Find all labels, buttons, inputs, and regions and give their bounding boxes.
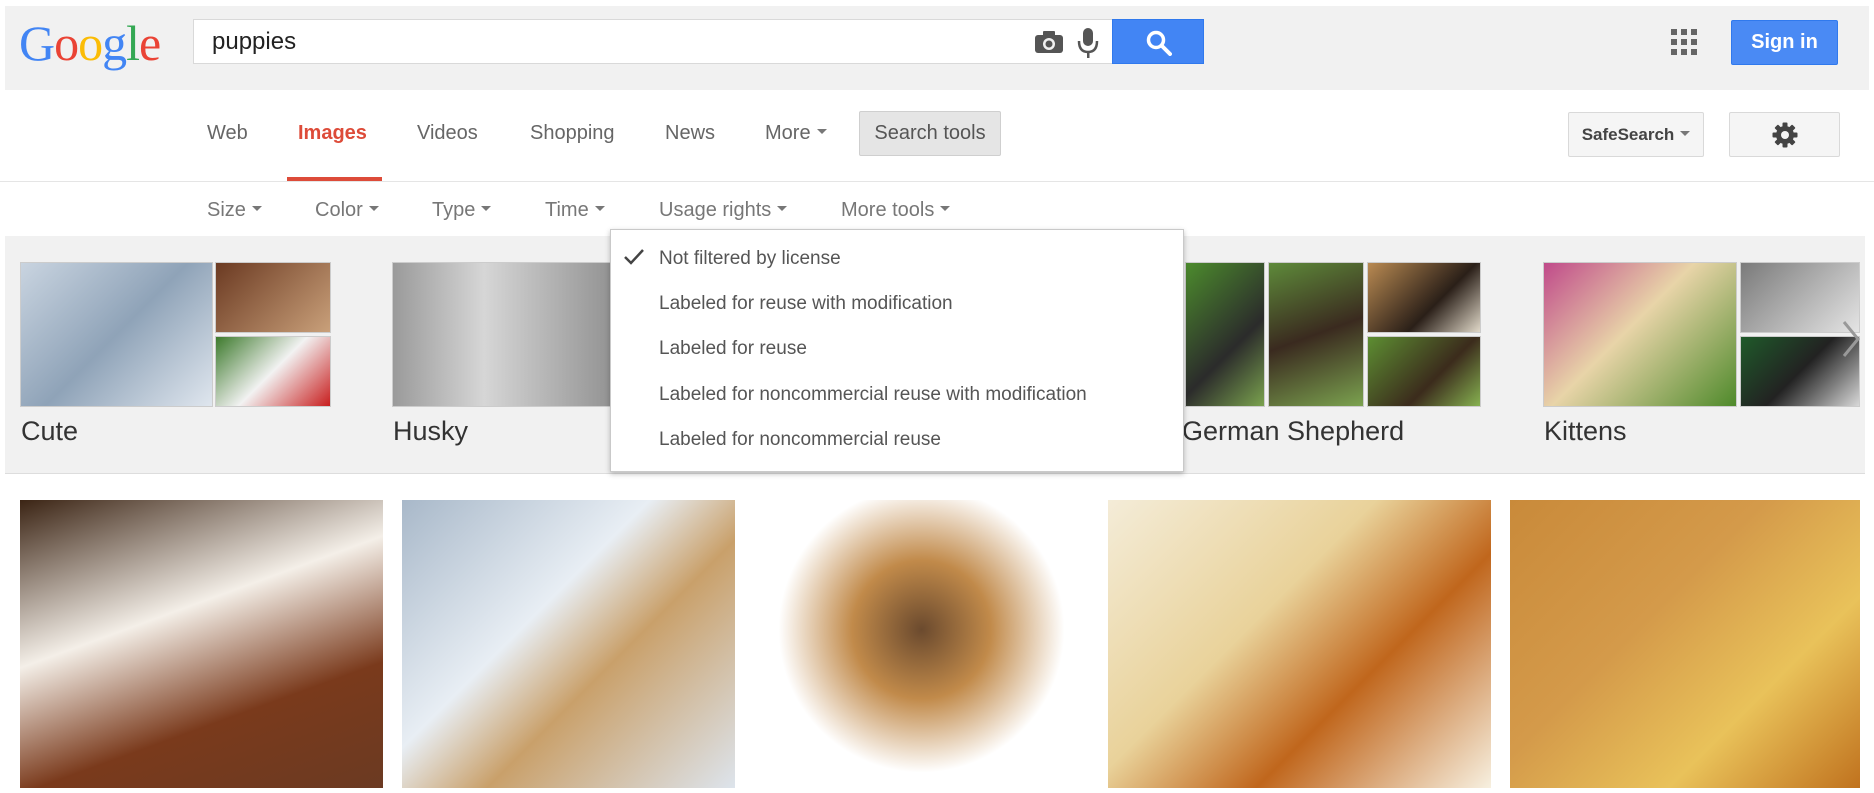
tool-usage-rights[interactable]: Usage rights [659, 199, 788, 222]
tab-shopping[interactable]: Shopping [530, 122, 615, 145]
related-label: Cute [21, 416, 79, 446]
chevron-down-icon [594, 206, 605, 212]
search-box [193, 19, 1118, 64]
chevron-right-icon[interactable] [1841, 319, 1861, 364]
tool-label: Time [545, 199, 589, 221]
related-thumbnail [1367, 336, 1481, 407]
search-button[interactable] [1112, 19, 1204, 64]
related-label: German Shepherd [1182, 416, 1405, 446]
related-thumbnail [1367, 262, 1481, 333]
chevron-down-icon [1680, 131, 1691, 137]
image-result[interactable] [754, 500, 1089, 788]
tool-more-tools[interactable]: More tools [841, 199, 951, 222]
logo-letter: e [139, 15, 161, 71]
search-tools-bar: Size Color Type Time Usage rights More t… [0, 182, 1874, 236]
tab-more[interactable]: More [765, 122, 827, 145]
tab-web[interactable]: Web [207, 122, 248, 145]
logo-letter: o [54, 15, 79, 71]
logo-letter: g [102, 15, 127, 71]
tool-size[interactable]: Size [207, 199, 262, 222]
header-bar: Google Sign in [5, 6, 1869, 90]
usage-rights-menu: Not filtered by license Labeled for reus… [610, 229, 1184, 472]
logo-letter: G [19, 15, 55, 71]
image-result[interactable] [1108, 500, 1491, 788]
chevron-down-icon [777, 206, 788, 212]
apps-grid-icon[interactable] [1671, 29, 1699, 57]
chevron-down-icon [940, 206, 951, 212]
tool-type[interactable]: Type [432, 199, 492, 222]
gear-icon [1772, 122, 1798, 148]
logo-letter: o [78, 15, 103, 71]
chevron-down-icon [251, 206, 262, 212]
search-tabs: Web Images Videos Shopping News More Sea… [0, 90, 1874, 182]
active-tab-indicator [287, 177, 382, 181]
tool-label: More tools [841, 199, 935, 221]
menu-item-reuse-with-modification[interactable]: Labeled for reuse with modification [659, 293, 953, 315]
search-tools-button[interactable]: Search tools [859, 111, 1001, 156]
search-input[interactable] [210, 20, 1000, 63]
related-label: Kittens [1544, 416, 1627, 446]
tool-label: Color [315, 199, 363, 221]
chevron-down-icon [816, 129, 827, 135]
related-thumbnail [215, 262, 331, 333]
related-thumbnail [1543, 262, 1737, 407]
logo-letter: l [126, 15, 140, 71]
checkmark-icon [623, 248, 645, 271]
menu-item-noncommercial-with-modification[interactable]: Labeled for noncommercial reuse with mod… [659, 384, 1087, 406]
related-thumbnail [392, 262, 622, 407]
camera-icon[interactable] [1034, 30, 1064, 59]
safesearch-button[interactable]: SafeSearch [1568, 112, 1704, 157]
tab-videos[interactable]: Videos [417, 122, 478, 145]
related-thumbnail [1268, 262, 1364, 407]
related-thumbnail [20, 262, 213, 407]
related-label: Husky [393, 416, 469, 446]
magnifier-icon [1146, 30, 1172, 56]
tool-label: Size [207, 199, 246, 221]
chevron-down-icon [481, 206, 492, 212]
tool-time[interactable]: Time [545, 199, 605, 222]
tab-news[interactable]: News [665, 122, 715, 145]
menu-item-reuse[interactable]: Labeled for reuse [659, 338, 807, 360]
tool-label: Type [432, 199, 476, 221]
sign-in-button[interactable]: Sign in [1731, 20, 1838, 65]
google-logo[interactable]: Google [19, 14, 161, 72]
tab-images[interactable]: Images [298, 122, 367, 145]
menu-item-noncommercial[interactable]: Labeled for noncommercial reuse [659, 429, 941, 451]
tool-color[interactable]: Color [315, 199, 379, 222]
settings-button[interactable] [1729, 112, 1840, 157]
menu-item-not-filtered[interactable]: Not filtered by license [659, 248, 841, 270]
tab-more-label: More [765, 122, 811, 144]
safesearch-label: SafeSearch [1581, 125, 1675, 144]
microphone-icon[interactable] [1077, 27, 1099, 64]
related-thumbnail [1185, 262, 1265, 407]
image-result[interactable] [402, 500, 735, 788]
tool-label: Usage rights [659, 199, 772, 221]
image-result[interactable] [1510, 500, 1860, 788]
chevron-down-icon [368, 206, 379, 212]
related-thumbnail [215, 336, 331, 407]
image-result[interactable] [20, 500, 383, 788]
